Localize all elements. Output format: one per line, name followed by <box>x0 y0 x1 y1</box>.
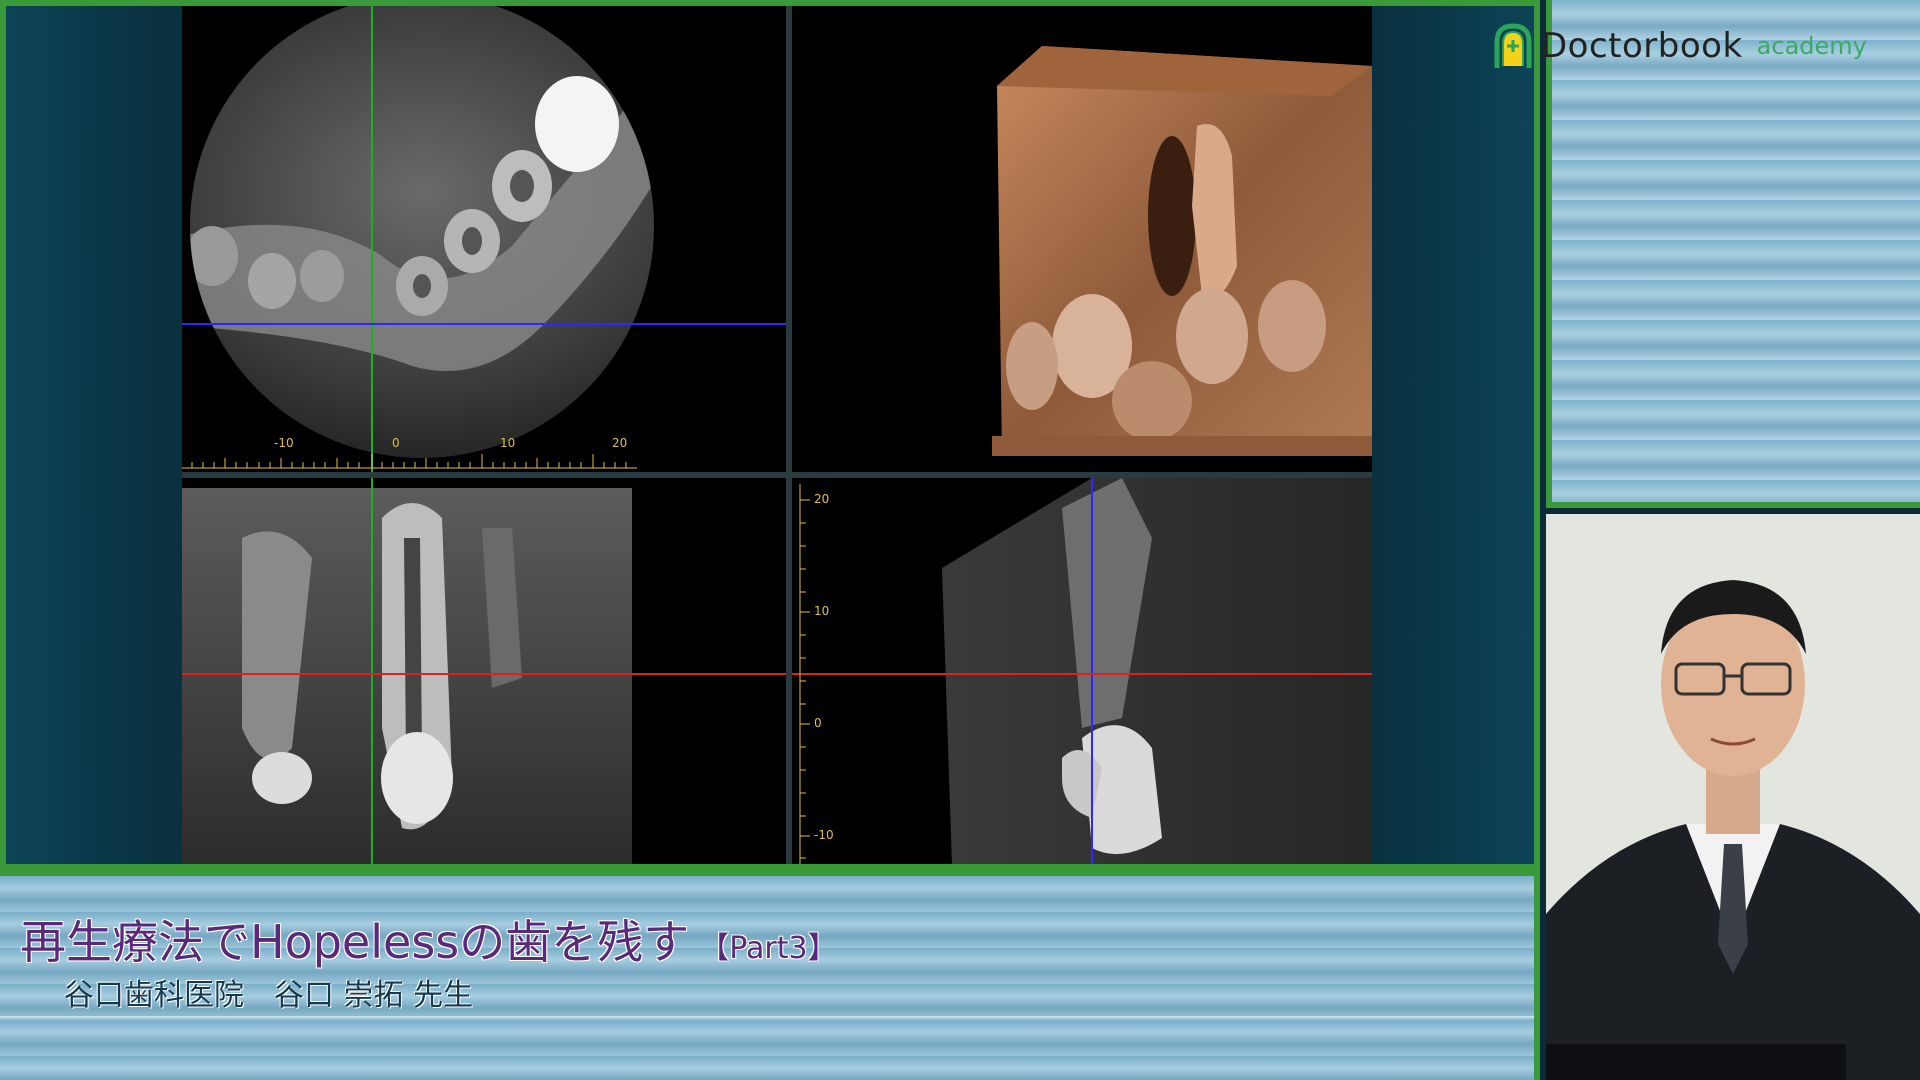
coronal-image <box>182 478 786 864</box>
speaker-name: 谷口歯科医院 谷口 崇拓 先生 <box>64 978 474 1013</box>
lecture-part-label: 【Part3】 <box>699 931 838 966</box>
logo-subtitle: academy <box>1756 32 1867 60</box>
sagittal-tick-label: 20 <box>814 492 830 506</box>
logo-panel <box>1546 0 1920 508</box>
ct-sagittal-view: 20 10 0 -10 <box>792 478 1372 864</box>
sagittal-tick-label: 10 <box>814 604 830 618</box>
axial-tick-label: 10 <box>500 436 516 450</box>
slide-area: -10 0 10 20 20 10 0 -10 <box>0 0 1540 870</box>
ct-3d-volume-view <box>792 6 1372 472</box>
doctorbook-shield-icon <box>1494 23 1532 68</box>
ct-coronal-view <box>182 478 786 864</box>
sagittal-tick-label: -10 <box>814 828 834 842</box>
logo-wordmark: Doctorbook <box>1541 26 1743 66</box>
axial-tick-label: 20 <box>612 436 628 450</box>
axial-tick-label: 0 <box>392 436 400 450</box>
sagittal-tick-label: 0 <box>814 716 822 730</box>
viewer-divider-vertical <box>786 6 792 864</box>
axial-image <box>182 6 786 472</box>
sagittal-image <box>792 478 1372 864</box>
lecture-title: 再生療法でHopelessの歯を残す 【Part3】 <box>20 906 838 972</box>
lecture-title-text: 再生療法でHopelessの歯を残す <box>20 915 690 969</box>
presenter-image <box>1546 514 1920 1080</box>
caption-divider <box>0 1016 1534 1018</box>
ct-viewer: -10 0 10 20 20 10 0 -10 <box>182 6 1372 864</box>
volume-render-image <box>992 46 1372 456</box>
viewer-divider-horizontal <box>182 472 1372 478</box>
doctorbook-logo: Doctorbook academy <box>1493 22 1867 70</box>
caption-bar: 再生療法でHopelessの歯を残す 【Part3】 谷口歯科医院 谷口 崇拓 先… <box>0 870 1540 1080</box>
axial-tick-label: -10 <box>274 436 294 450</box>
presenter-video <box>1546 514 1920 1080</box>
ct-axial-view: -10 0 10 20 <box>182 6 786 472</box>
